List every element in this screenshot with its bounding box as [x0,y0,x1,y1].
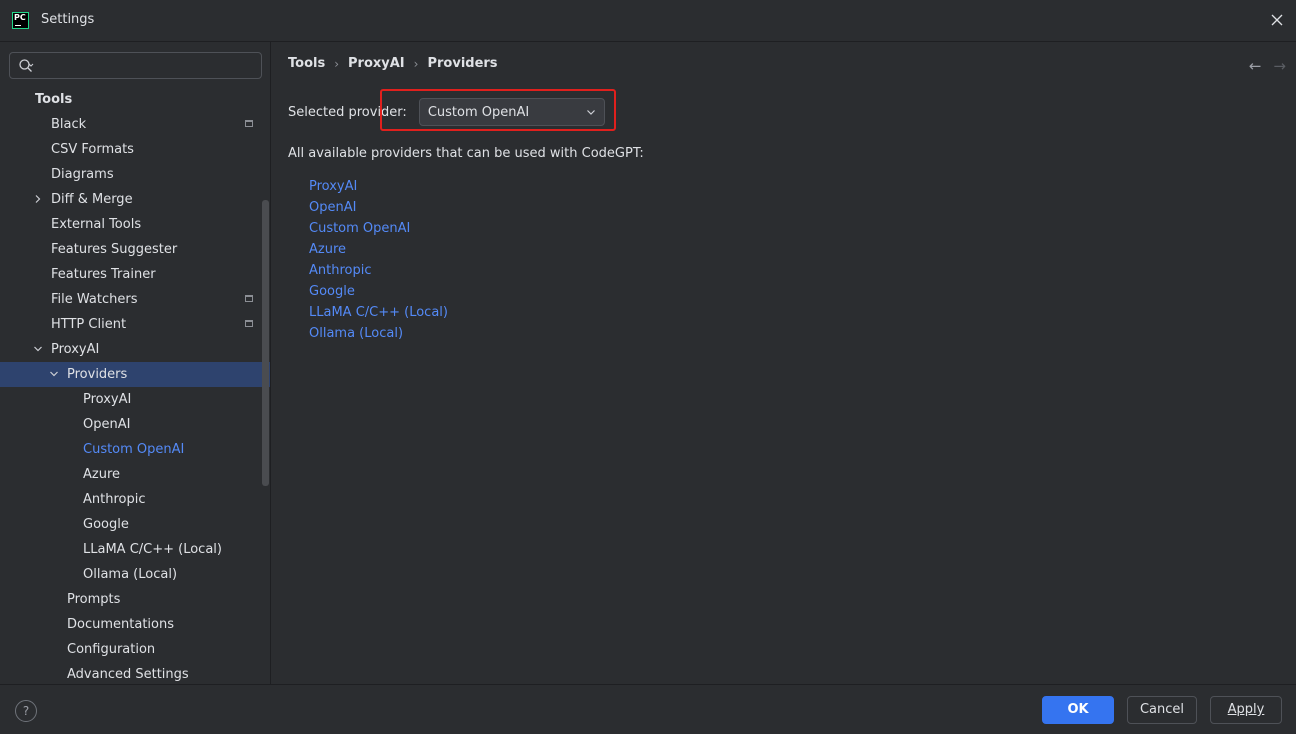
sidebar-item-label: LLaMA C/C++ (Local) [83,542,222,557]
sidebar-item-label: Azure [83,467,121,482]
title-bar: PC Settings [0,0,1296,42]
sidebar-item-label: Anthropic [83,492,146,507]
sidebar-item-label: ProxyAI [51,342,100,357]
cancel-button[interactable]: Cancel [1127,696,1197,724]
provider-dropdown[interactable]: Custom OpenAI [418,98,605,126]
tree-section-tools[interactable]: Tools [0,87,270,112]
sidebar-item-azure[interactable]: Azure [0,462,270,487]
sidebar-item-label: OpenAI [83,417,131,432]
sidebar-item-custom-openai[interactable]: Custom OpenAI [0,437,270,462]
forward-arrow-icon[interactable]: → [1273,58,1286,74]
breadcrumb-separator-icon: › [413,56,419,71]
sidebar-item-prompts[interactable]: Prompts [0,587,270,612]
sidebar-item-llama-c-c-local[interactable]: LLaMA C/C++ (Local) [0,537,270,562]
sidebar-item-configuration[interactable]: Configuration [0,637,270,662]
sidebar-item-label: Diff & Merge [51,192,133,207]
sidebar-item-label: Ollama (Local) [83,567,178,582]
sidebar-item-label: Features Suggester [51,242,178,257]
sidebar-item-ollama-local[interactable]: Ollama (Local) [0,562,270,587]
providers-description: All available providers that can be used… [288,146,644,161]
breadcrumb-providers: Providers [427,56,498,71]
provider-link-anthropic[interactable]: Anthropic [309,260,448,281]
sidebar-item-google[interactable]: Google [0,512,270,537]
ok-button[interactable]: OK [1042,696,1114,724]
sidebar-item-proxyai[interactable]: ProxyAI [0,387,270,412]
sidebar-item-diagrams[interactable]: Diagrams [0,162,270,187]
sidebar-item-label: Black [51,117,87,132]
sidebar-item-label: External Tools [51,217,142,232]
search-box[interactable] [9,52,262,79]
chevron-down-icon[interactable] [33,344,43,354]
sidebar-item-label: Providers [67,367,128,382]
sidebar-item-label: Documentations [67,617,174,632]
chevron-right-icon[interactable] [33,194,43,204]
sidebar-item-label: Google [83,517,129,532]
sidebar-item-providers[interactable]: Providers [0,362,270,387]
project-scope-icon [245,295,253,302]
sidebar-item-label: Configuration [67,642,156,657]
settings-sidebar: Tools Black CSV Formats Diagrams Diff & Mer… [0,42,271,684]
sidebar-item-label: File Watchers [51,292,138,307]
settings-tree: Tools Black CSV Formats Diagrams Diff & Mer… [0,87,270,687]
provider-link-llama[interactable]: LLaMA C/C++ (Local) [309,302,448,323]
provider-link-google[interactable]: Google [309,281,448,302]
selected-provider-row: Selected provider: Custom OpenAI [288,97,605,127]
sidebar-item-label: Features Trainer [51,267,156,282]
provider-link-azure[interactable]: Azure [309,239,448,260]
sidebar-scrollbar[interactable] [262,200,269,486]
provider-dropdown-value: Custom OpenAI [427,105,530,120]
sidebar-item-label: CSV Formats [51,142,134,157]
project-scope-icon [245,320,253,327]
sidebar-item-label: Custom OpenAI [83,442,185,457]
breadcrumb-proxyai[interactable]: ProxyAI [348,56,405,71]
search-icon[interactable] [18,58,34,74]
sidebar-item-proxyai[interactable]: ProxyAI [0,337,270,362]
sidebar-item-file-watchers[interactable]: File Watchers [0,287,270,312]
logo-text: PC [14,13,26,22]
sidebar-item-openai[interactable]: OpenAI [0,412,270,437]
provider-link-proxyai[interactable]: ProxyAI [309,176,448,197]
settings-content: Tools › ProxyAI › Providers ← → Selected… [271,42,1296,684]
sidebar-item-label: Prompts [67,592,121,607]
dialog-footer: ? OK Cancel Apply [0,684,1296,734]
history-navigation: ← → [1249,58,1286,74]
window-title: Settings [41,12,95,27]
provider-link-openai[interactable]: OpenAI [309,197,448,218]
sidebar-item-documentations[interactable]: Documentations [0,612,270,637]
search-input[interactable] [42,56,256,76]
sidebar-item-csv-formats[interactable]: CSV Formats [0,137,270,162]
sidebar-item-http-client[interactable]: HTTP Client [0,312,270,337]
sidebar-item-features-trainer[interactable]: Features Trainer [0,262,270,287]
pycharm-logo-icon: PC [12,12,29,29]
help-icon[interactable]: ? [15,700,37,722]
provider-link-ollama[interactable]: Ollama (Local) [309,323,448,344]
breadcrumb-separator-icon: › [334,56,340,71]
sidebar-item-external-tools[interactable]: External Tools [0,212,270,237]
sidebar-item-label: Diagrams [51,167,114,182]
selected-provider-label: Selected provider: [288,104,407,120]
sidebar-item-diff-merge[interactable]: Diff & Merge [0,187,270,212]
sidebar-item-black[interactable]: Black [0,112,270,137]
provider-link-custom-openai[interactable]: Custom OpenAI [309,218,448,239]
breadcrumb: Tools › ProxyAI › Providers [288,56,498,71]
sidebar-item-label: HTTP Client [51,317,127,332]
sidebar-item-anthropic[interactable]: Anthropic [0,487,270,512]
chevron-down-icon[interactable] [49,369,59,379]
back-arrow-icon[interactable]: ← [1249,58,1262,74]
close-icon[interactable] [1268,11,1286,29]
chevron-down-icon [586,110,595,115]
providers-link-list: ProxyAI OpenAI Custom OpenAI Azure Anthr… [309,176,448,344]
project-scope-icon [245,120,253,127]
sidebar-item-label: ProxyAI [83,392,132,407]
breadcrumb-tools[interactable]: Tools [288,56,325,71]
apply-button[interactable]: Apply [1210,696,1282,724]
sidebar-item-features-suggester[interactable]: Features Suggester [0,237,270,262]
